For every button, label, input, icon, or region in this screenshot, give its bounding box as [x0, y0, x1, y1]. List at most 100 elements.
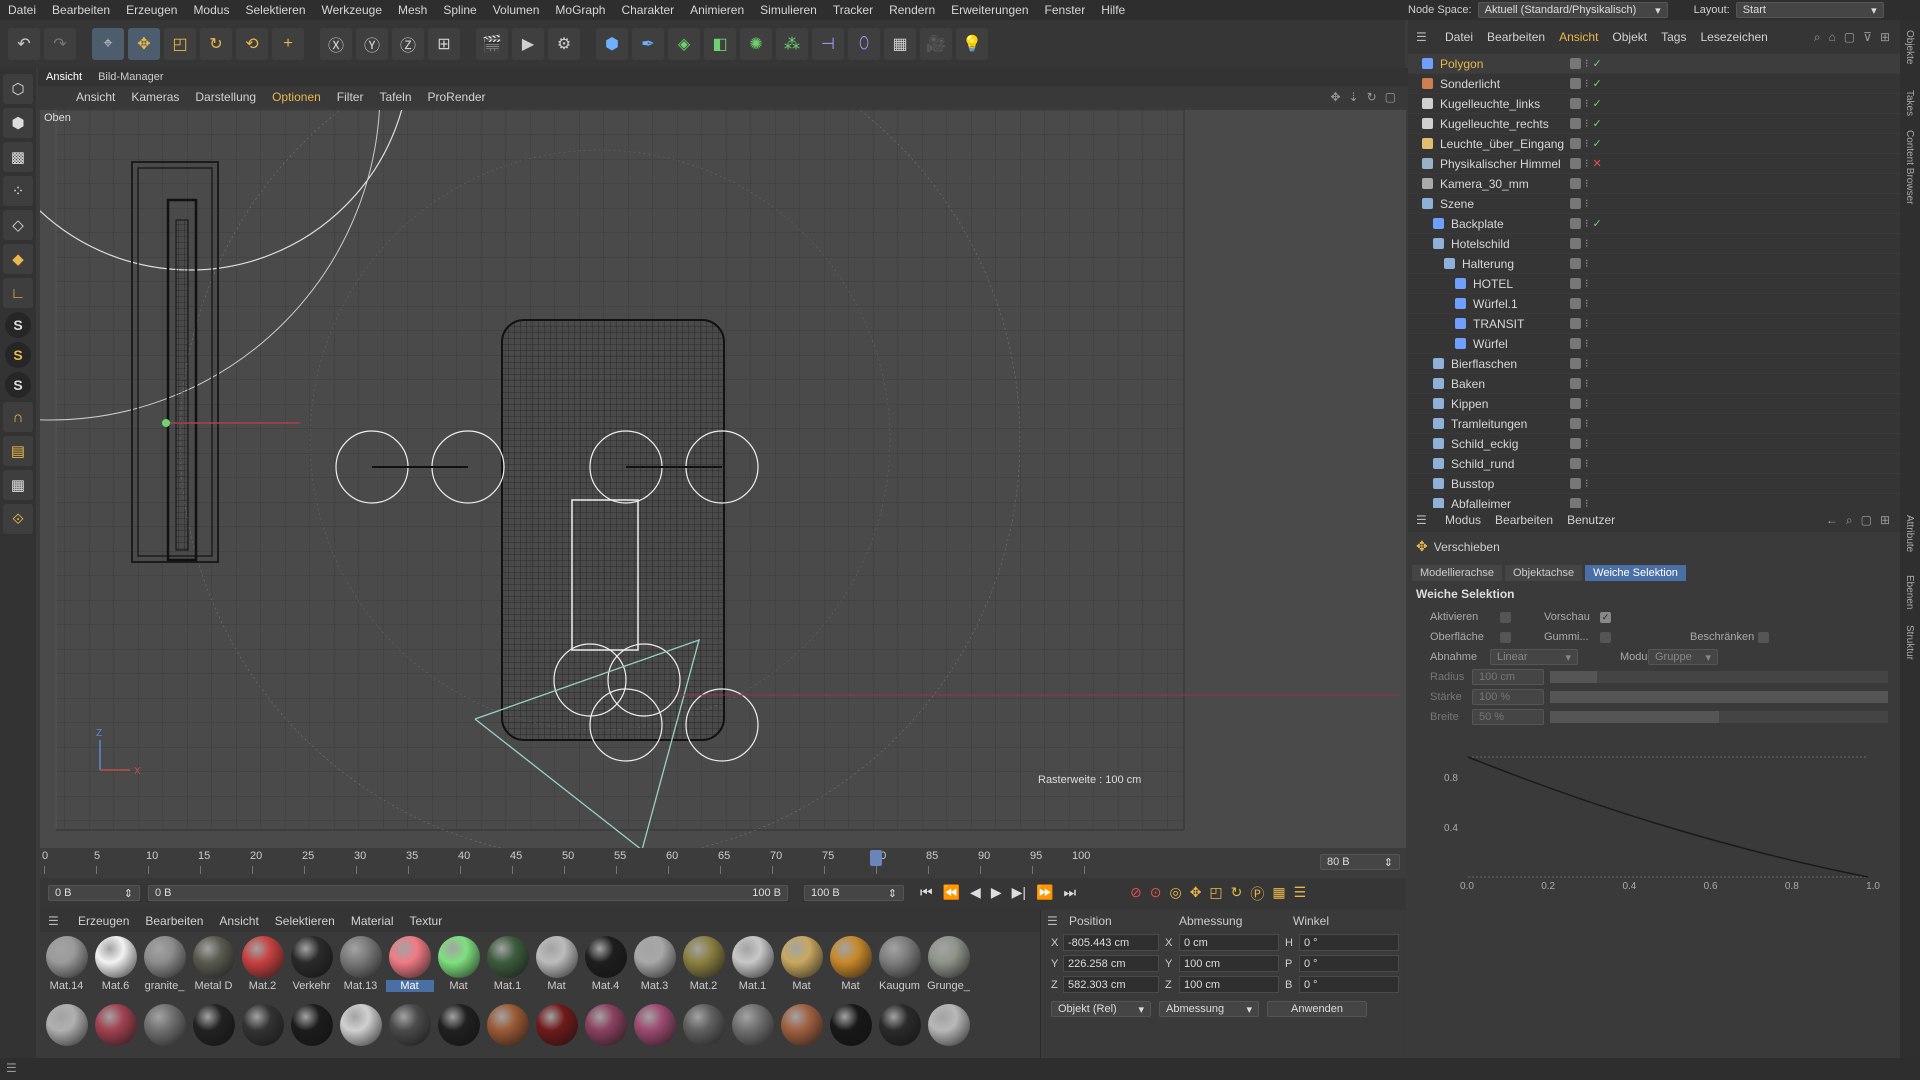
floor-icon[interactable]: ▦: [884, 28, 916, 60]
object-menu-0[interactable]: Datei: [1438, 30, 1480, 44]
field-icon[interactable]: ⬯: [848, 28, 880, 60]
visibility-toggle[interactable]: [1570, 418, 1581, 429]
object-axis-center[interactable]: [162, 419, 170, 427]
polygons-mode-icon[interactable]: ◆: [3, 244, 33, 274]
editor-render-dots-icon[interactable]: ⁝: [1585, 57, 1589, 70]
rotation-field[interactable]: 0 °: [1299, 934, 1399, 951]
object-row[interactable]: Hotelschild ⁝: [1408, 234, 1900, 254]
enabled-check-icon[interactable]: ✓: [1593, 117, 1602, 130]
object-row[interactable]: TRANSIT ⁝: [1408, 314, 1900, 334]
editor-render-dots-icon[interactable]: ⁝: [1585, 377, 1589, 390]
prev-frame-icon[interactable]: ◀: [970, 884, 981, 901]
size-field[interactable]: 100 cm: [1179, 976, 1279, 993]
viewport-menu-1[interactable]: Kameras: [123, 90, 187, 104]
editor-render-dots-icon[interactable]: ⁝: [1585, 117, 1589, 130]
menu-16[interactable]: Fenster: [1037, 3, 1094, 17]
timeline-menu-icon[interactable]: ☰: [1294, 884, 1307, 904]
render-view-icon[interactable]: ▶: [512, 28, 544, 60]
rotation-field[interactable]: 0 °: [1299, 976, 1399, 993]
editor-render-dots-icon[interactable]: ⁝: [1585, 97, 1589, 110]
next-key-icon[interactable]: ⏩: [1036, 884, 1053, 901]
object-row[interactable]: Würfel.1 ⁝: [1408, 294, 1900, 314]
object-menu-2[interactable]: Ansicht: [1552, 30, 1605, 44]
attribute-menu-2[interactable]: Benutzer: [1560, 513, 1622, 527]
material-slot[interactable]: Mat.4: [581, 936, 630, 1000]
material-slot[interactable]: Mat: [777, 936, 826, 1000]
soft-selection-icon[interactable]: S: [5, 372, 31, 398]
new-window-icon[interactable]: ⊞: [1880, 513, 1890, 528]
snap-settings-icon[interactable]: S: [5, 342, 31, 368]
menu-11[interactable]: Animieren: [682, 3, 752, 17]
object-row[interactable]: Physikalischer Himmel ⁝ ✕: [1408, 154, 1900, 174]
material-slot[interactable]: Mat.6: [91, 936, 140, 1000]
viewport-menu-5[interactable]: Tafeln: [371, 90, 419, 104]
pen-icon[interactable]: ✒: [632, 28, 664, 60]
editor-render-dots-icon[interactable]: ⁝: [1585, 77, 1589, 90]
editor-render-dots-icon[interactable]: ⁝: [1585, 317, 1589, 330]
editor-render-dots-icon[interactable]: ⁝: [1585, 197, 1589, 210]
visibility-toggle[interactable]: [1570, 298, 1581, 309]
material-slot[interactable]: Grunge_: [924, 936, 973, 1000]
orbit-icon[interactable]: ↻: [1367, 90, 1377, 104]
tab-struktur-vertical[interactable]: Struktur: [1904, 625, 1915, 660]
visibility-toggle[interactable]: [1570, 198, 1581, 209]
timeline-playhead[interactable]: [870, 850, 882, 866]
hamburger-icon[interactable]: ☰: [6, 1061, 17, 1075]
size-field[interactable]: 100 cm: [1179, 955, 1279, 972]
aktivieren-checkbox[interactable]: [1500, 611, 1511, 623]
breite-slider[interactable]: [1550, 711, 1888, 723]
material-slot[interactable]: Verkehr: [287, 936, 336, 1000]
magnet-icon[interactable]: ∩: [3, 402, 33, 432]
go-to-start-icon[interactable]: ⏮: [920, 884, 933, 901]
coord-mode-dropdown[interactable]: Objekt (Rel) ▾: [1051, 1001, 1151, 1017]
go-to-end-icon[interactable]: ⏭: [1063, 884, 1076, 901]
vorschau-checkbox[interactable]: ✓: [1600, 611, 1611, 623]
workplane-icon[interactable]: ▤: [3, 436, 33, 466]
visibility-toggle[interactable]: [1570, 178, 1581, 189]
material-slot[interactable]: granite_: [140, 936, 189, 1000]
filter-icon[interactable]: ⊽: [1863, 30, 1872, 45]
start-frame-field[interactable]: 0 B ⇕: [48, 885, 140, 901]
enabled-check-icon[interactable]: ✓: [1593, 77, 1602, 90]
size-mode-dropdown[interactable]: Abmessung ▾: [1159, 1001, 1259, 1017]
breite-field[interactable]: 50 %: [1472, 709, 1544, 725]
material-slot[interactable]: Mat.14: [42, 936, 91, 1000]
subdivision-icon[interactable]: ◈: [668, 28, 700, 60]
key-param-icon[interactable]: Ⓟ: [1250, 884, 1264, 904]
object-row[interactable]: Szene ⁝: [1408, 194, 1900, 214]
object-row[interactable]: Schild_eckig ⁝: [1408, 434, 1900, 454]
building-wireframe[interactable]: [501, 319, 725, 741]
menu-0[interactable]: Datei: [0, 3, 44, 17]
material-slot[interactable]: Mat.1: [483, 936, 532, 1000]
object-menu-5[interactable]: Lesezeichen: [1693, 30, 1774, 44]
end-frame-field[interactable]: 100 B ⇕: [804, 885, 904, 901]
record-icon[interactable]: ⊘: [1130, 884, 1142, 904]
editor-render-dots-icon[interactable]: ⁝: [1585, 397, 1589, 410]
object-row[interactable]: Kugelleuchte_rechts ⁝ ✓: [1408, 114, 1900, 134]
object-row[interactable]: HOTEL ⁝: [1408, 274, 1900, 294]
maximize-icon[interactable]: ▢: [1385, 90, 1396, 104]
visibility-toggle[interactable]: [1570, 478, 1581, 489]
visibility-toggle[interactable]: [1570, 438, 1581, 449]
menu-1[interactable]: Bearbeiten: [44, 3, 118, 17]
menu-15[interactable]: Erweiterungen: [943, 3, 1036, 17]
object-row[interactable]: Leuchte_über_Eingang ⁝ ✓: [1408, 134, 1900, 154]
material-slot[interactable]: Mat: [385, 936, 434, 1000]
visibility-toggle[interactable]: [1570, 458, 1581, 469]
scale-tool-icon[interactable]: ◰: [164, 28, 196, 60]
menu-2[interactable]: Erzeugen: [118, 3, 185, 17]
tab-bild-manager[interactable]: Bild-Manager: [90, 71, 171, 83]
enabled-check-icon[interactable]: ✓: [1593, 137, 1602, 150]
select-tool-icon[interactable]: ⌖: [92, 28, 124, 60]
menu-5[interactable]: Werkzeuge: [314, 3, 390, 17]
editor-render-dots-icon[interactable]: ⁝: [1585, 357, 1589, 370]
oberflaeche-checkbox[interactable]: [1500, 631, 1511, 643]
editor-render-dots-icon[interactable]: ⁝: [1585, 277, 1589, 290]
material-slot[interactable]: Mat.1: [728, 936, 777, 1000]
viewport-menu-4[interactable]: Filter: [329, 90, 372, 104]
material-menu-3[interactable]: Selektieren: [267, 914, 343, 928]
next-frame-icon[interactable]: ▶|: [1012, 884, 1026, 901]
editor-render-dots-icon[interactable]: ⁝: [1585, 437, 1589, 450]
visibility-toggle[interactable]: [1570, 258, 1581, 269]
object-row[interactable]: Kamera_30_mm ⁝: [1408, 174, 1900, 194]
